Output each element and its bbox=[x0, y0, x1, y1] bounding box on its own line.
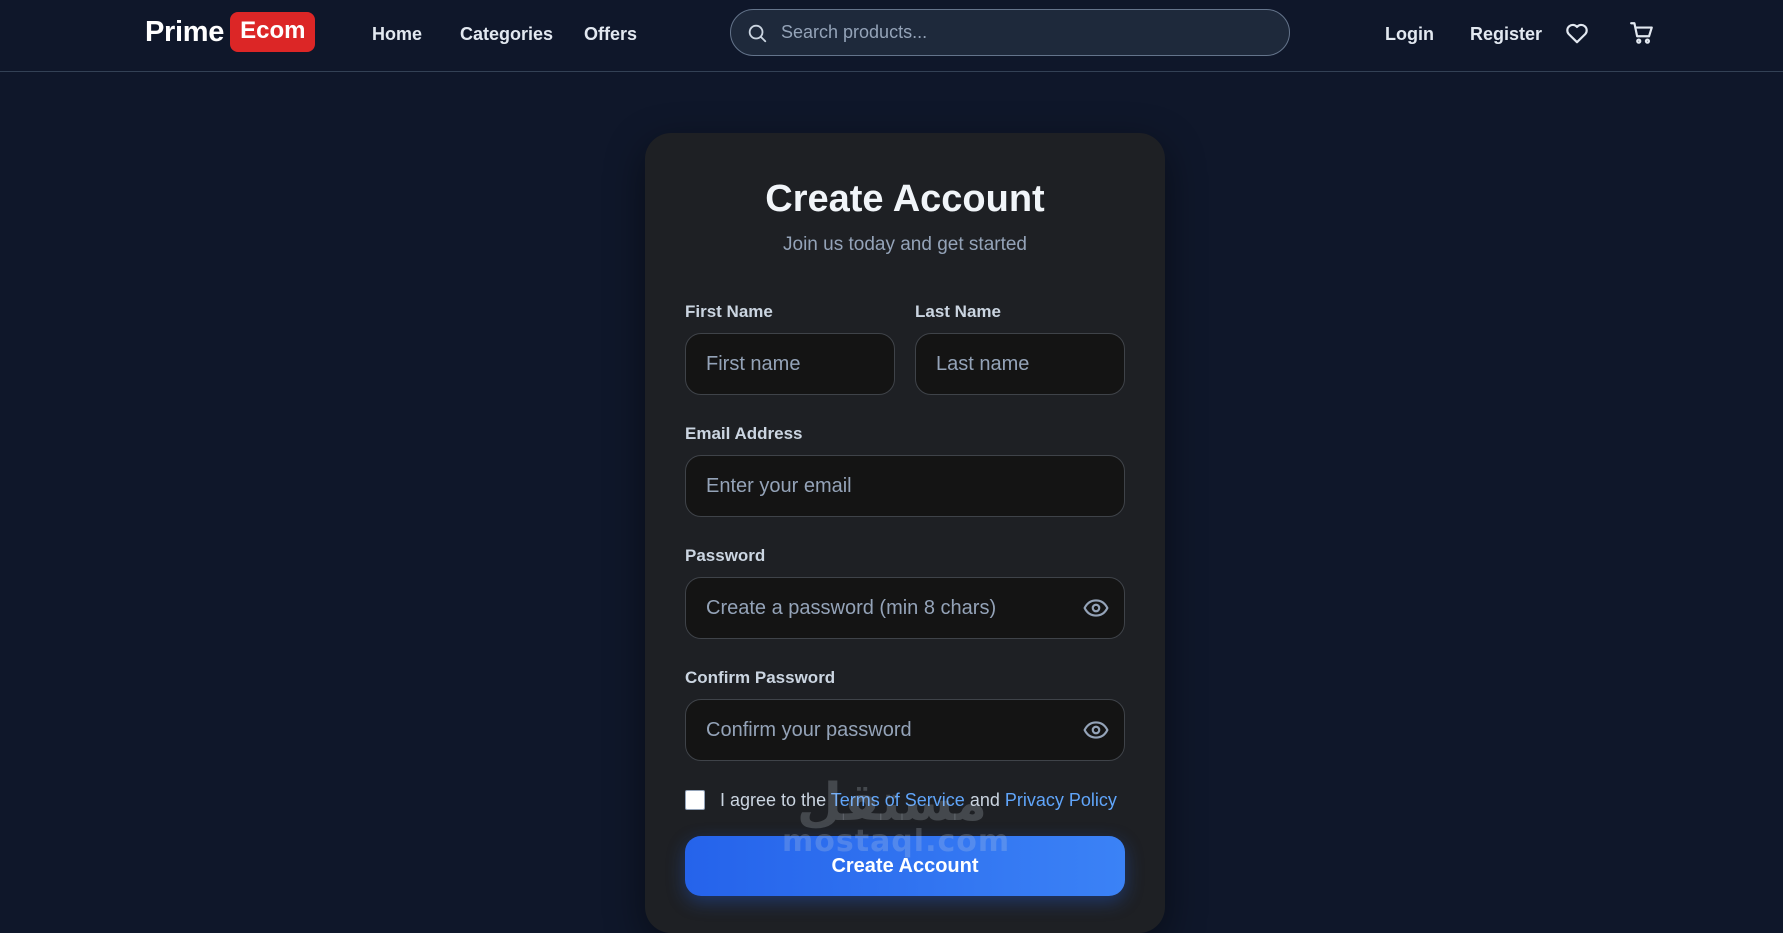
search-icon bbox=[746, 22, 768, 44]
privacy-policy-link[interactable]: Privacy Policy bbox=[1005, 790, 1117, 810]
cart-icon[interactable] bbox=[1628, 19, 1656, 47]
first-name-label: First Name bbox=[685, 302, 773, 321]
confirm-password-label: Confirm Password bbox=[685, 668, 836, 687]
nav-link-categories[interactable]: Categories bbox=[460, 22, 553, 46]
terms-checkbox[interactable] bbox=[685, 790, 705, 810]
last-name-field[interactable] bbox=[915, 333, 1125, 395]
last-name-label: Last Name bbox=[915, 302, 1001, 321]
first-name-field[interactable] bbox=[685, 333, 895, 395]
email-field[interactable] bbox=[685, 455, 1125, 517]
terms-agreement-row: I agree to the Terms of Service and Priv… bbox=[685, 788, 1117, 812]
login-link[interactable]: Login bbox=[1385, 22, 1434, 46]
form-title: Create Account bbox=[765, 178, 1045, 220]
show-password-eye-icon[interactable] bbox=[1083, 595, 1109, 621]
signup-card: Create Account Join us today and get sta… bbox=[645, 133, 1165, 933]
top-navbar: Prime Ecom Home Categories Offers Login … bbox=[0, 0, 1783, 72]
email-label: Email Address bbox=[685, 424, 803, 443]
search-input[interactable] bbox=[781, 10, 1276, 55]
password-label: Password bbox=[685, 546, 766, 565]
register-link[interactable]: Register bbox=[1470, 22, 1542, 46]
show-confirm-password-eye-icon[interactable] bbox=[1083, 717, 1109, 743]
logo-text-prime: Prime bbox=[145, 15, 225, 48]
create-account-button[interactable]: Create Account bbox=[685, 836, 1125, 896]
heart-icon[interactable] bbox=[1563, 19, 1591, 47]
terms-text: I agree to the Terms of Service and Priv… bbox=[720, 790, 1117, 811]
terms-prefix: I agree to the bbox=[720, 789, 827, 810]
search-bar bbox=[730, 9, 1290, 56]
terms-of-service-link[interactable]: Terms of Service bbox=[831, 790, 965, 810]
nav-link-home[interactable]: Home bbox=[372, 22, 422, 46]
nav-link-offers[interactable]: Offers bbox=[584, 22, 637, 46]
brand-logo[interactable]: Prime Ecom bbox=[145, 12, 316, 52]
form-subtitle: Join us today and get started bbox=[783, 234, 1027, 255]
password-field[interactable] bbox=[685, 577, 1125, 639]
confirm-password-field[interactable] bbox=[685, 699, 1125, 761]
terms-conjunction: and bbox=[969, 789, 1000, 810]
logo-badge-ecom: Ecom bbox=[230, 12, 316, 52]
